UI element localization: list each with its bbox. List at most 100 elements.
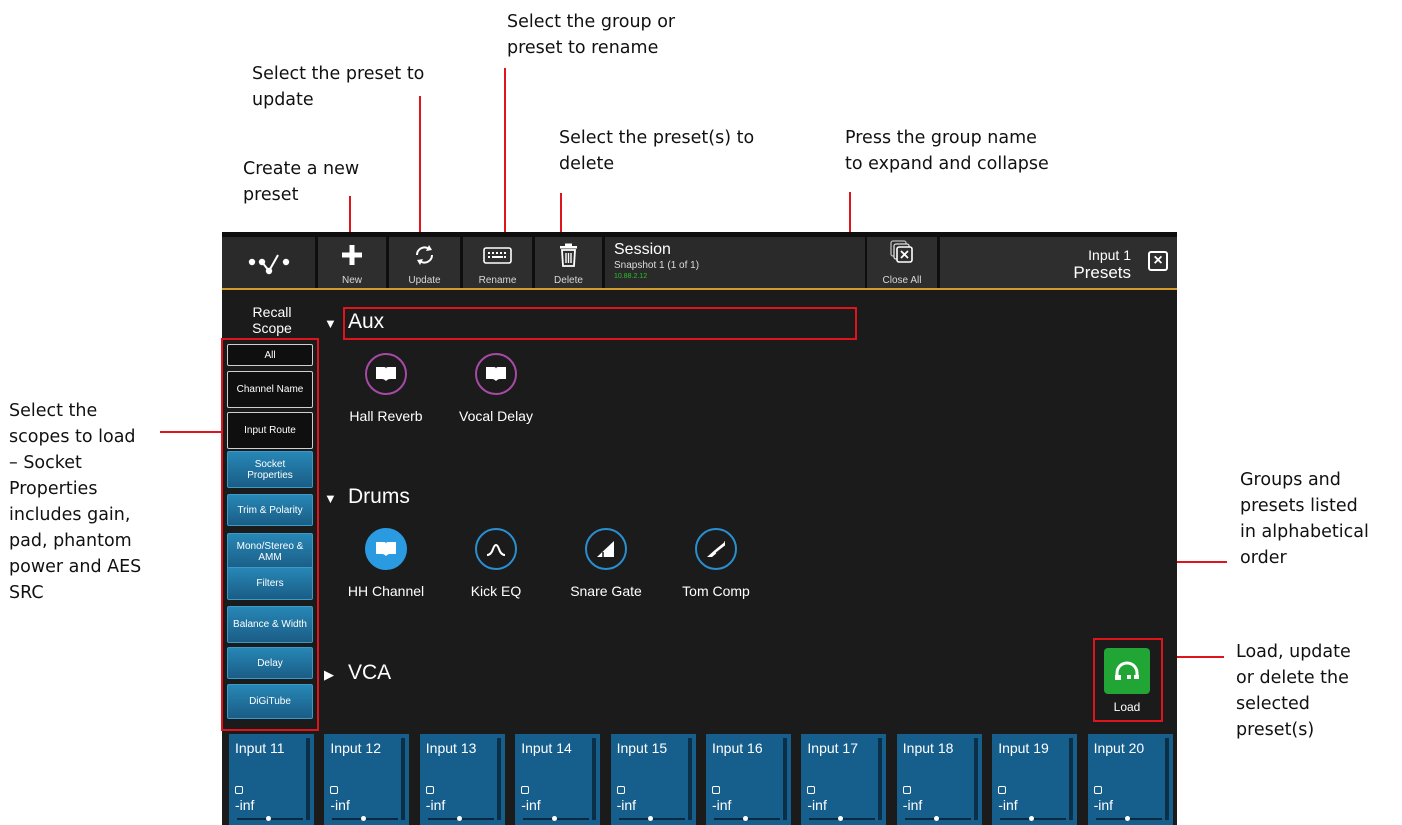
channel-strip[interactable]: Input 12 -inf — [324, 734, 410, 825]
close-icon[interactable]: × — [1148, 251, 1168, 271]
rename-button[interactable]: Rename — [463, 237, 532, 288]
highlight-load-button — [1093, 638, 1163, 722]
snapshot-label: Snapshot 1 (1 of 1) — [614, 260, 700, 271]
network-logo-button[interactable] — [222, 237, 315, 288]
fader-knob[interactable] — [266, 816, 271, 821]
channel-strip[interactable]: Input 16 -inf — [706, 734, 791, 825]
annotation-expand: Press the group name to expand and colla… — [845, 128, 1049, 174]
leader-line-update — [419, 96, 421, 238]
link-icon — [425, 786, 434, 794]
fader-knob[interactable] — [361, 816, 367, 821]
fader-knob[interactable] — [552, 816, 558, 821]
gate-icon — [585, 528, 627, 570]
fader-knob[interactable] — [456, 816, 462, 821]
channel-strip[interactable]: Input 11 -inf — [229, 734, 314, 825]
channel-strip-name: Input 18 — [902, 740, 954, 756]
level-meter — [592, 738, 597, 820]
channel-strip-name: Input 15 — [616, 740, 668, 756]
close-all-icon — [890, 240, 913, 263]
leader-line-scopes — [160, 431, 221, 433]
annotation-create: Create a new preset — [243, 159, 360, 205]
link-icon — [616, 786, 625, 794]
channel-strip[interactable]: Input 14 -inf — [515, 734, 601, 825]
close-all-button[interactable]: Close All — [867, 237, 937, 288]
presets-header: Input 1 Presets × — [940, 237, 1177, 288]
preset-label: HH Channel — [347, 583, 425, 599]
expanded-triangle-icon: ▼ — [324, 491, 337, 506]
level-meter — [973, 738, 978, 820]
collapsed-triangle-icon: ▶ — [324, 667, 334, 682]
book-icon — [365, 353, 407, 395]
link-icon — [521, 786, 530, 794]
preset-label: Vocal Delay — [459, 408, 533, 424]
channel-strip[interactable]: Input 18 -inf — [896, 734, 982, 825]
channel-strip[interactable]: Input 15 -inf — [610, 734, 696, 825]
fader-value: -inf — [425, 797, 446, 813]
close-all-label: Close All — [882, 275, 922, 286]
fader-value: -inf — [1093, 797, 1114, 813]
fader-value: -inf — [616, 797, 637, 813]
fader-knob[interactable] — [1124, 816, 1130, 821]
keyboard-icon — [483, 247, 512, 264]
channel-strip-name: Input 12 — [330, 740, 381, 756]
channel-strip[interactable]: Input 13 -inf — [419, 734, 505, 825]
link-icon — [330, 786, 339, 794]
book-icon — [365, 528, 407, 570]
link-icon — [998, 786, 1007, 794]
fader-value: -inf — [712, 797, 732, 813]
preset-label: Snare Gate — [570, 583, 642, 599]
leader-line-rename — [504, 68, 506, 238]
highlight-aux-group — [343, 307, 857, 340]
compressor-icon — [695, 528, 737, 570]
fader-knob[interactable] — [743, 816, 748, 821]
level-meter — [783, 738, 787, 820]
delete-button[interactable]: Delete — [535, 237, 602, 288]
session-info: Session Snapshot 1 (1 of 1) 10.88.2.12 — [605, 237, 865, 288]
preset-label: Hall Reverb — [349, 408, 423, 424]
level-meter — [306, 738, 310, 820]
group-name: VCA — [348, 661, 392, 684]
channel-strip-name: Input 16 — [712, 740, 763, 756]
update-button[interactable]: Update — [389, 237, 460, 288]
preset-vocal-delay[interactable]: Vocal Delay — [446, 353, 546, 424]
fader-value: -inf — [902, 797, 923, 813]
fader-value: -inf — [235, 797, 255, 813]
group-header-drums[interactable]: ▼ Drums — [324, 485, 410, 509]
page-title: Presets — [1073, 263, 1131, 282]
preset-label: Tom Comp — [682, 583, 750, 599]
preset-hh-channel[interactable]: HH Channel — [336, 528, 436, 599]
channel-name: Input 1 — [1088, 247, 1131, 263]
trash-icon — [560, 243, 577, 267]
preset-hall-reverb[interactable]: Hall Reverb — [336, 353, 436, 424]
plus-icon — [342, 245, 362, 265]
eq-curve-icon — [475, 528, 517, 570]
fader-knob[interactable] — [647, 816, 653, 821]
annotation-scopes: Select the scopes to load – Socket Prope… — [9, 401, 142, 603]
level-meter — [878, 738, 883, 820]
rename-button-label: Rename — [478, 275, 517, 286]
fader-knob[interactable] — [933, 816, 939, 821]
new-button[interactable]: New — [318, 237, 386, 288]
group-name: Drums — [348, 485, 410, 508]
preset-kick-eq[interactable]: Kick EQ — [446, 528, 546, 599]
annotation-delete: Select the preset(s) to delete — [559, 128, 755, 174]
preset-snare-gate[interactable]: Snare Gate — [556, 528, 656, 599]
link-icon — [235, 786, 243, 794]
annotation-groups: Groups and presets listed in alphabetica… — [1240, 470, 1369, 568]
group-header-vca[interactable]: ▶ VCA — [324, 661, 391, 685]
fader-knob[interactable] — [1029, 816, 1035, 821]
new-button-label: New — [341, 275, 362, 286]
channel-strip[interactable]: Input 19 -inf — [992, 734, 1078, 825]
ip-address: 10.88.2.12 — [614, 273, 648, 280]
channel-strip-name: Input 19 — [998, 740, 1049, 756]
channel-strip-name: Input 11 — [235, 740, 285, 756]
channel-strip[interactable]: Input 17 -inf — [801, 734, 887, 825]
channel-strip[interactable]: Input 20 -inf — [1087, 734, 1173, 825]
channel-strip-name: Input 14 — [521, 740, 572, 756]
refresh-icon — [416, 245, 433, 265]
recall-scope-title: Recall Scope — [252, 304, 292, 336]
delete-button-label: Delete — [554, 275, 583, 286]
fader-value: -inf — [330, 797, 350, 813]
fader-knob[interactable] — [838, 816, 844, 821]
preset-tom-comp[interactable]: Tom Comp — [666, 528, 766, 599]
